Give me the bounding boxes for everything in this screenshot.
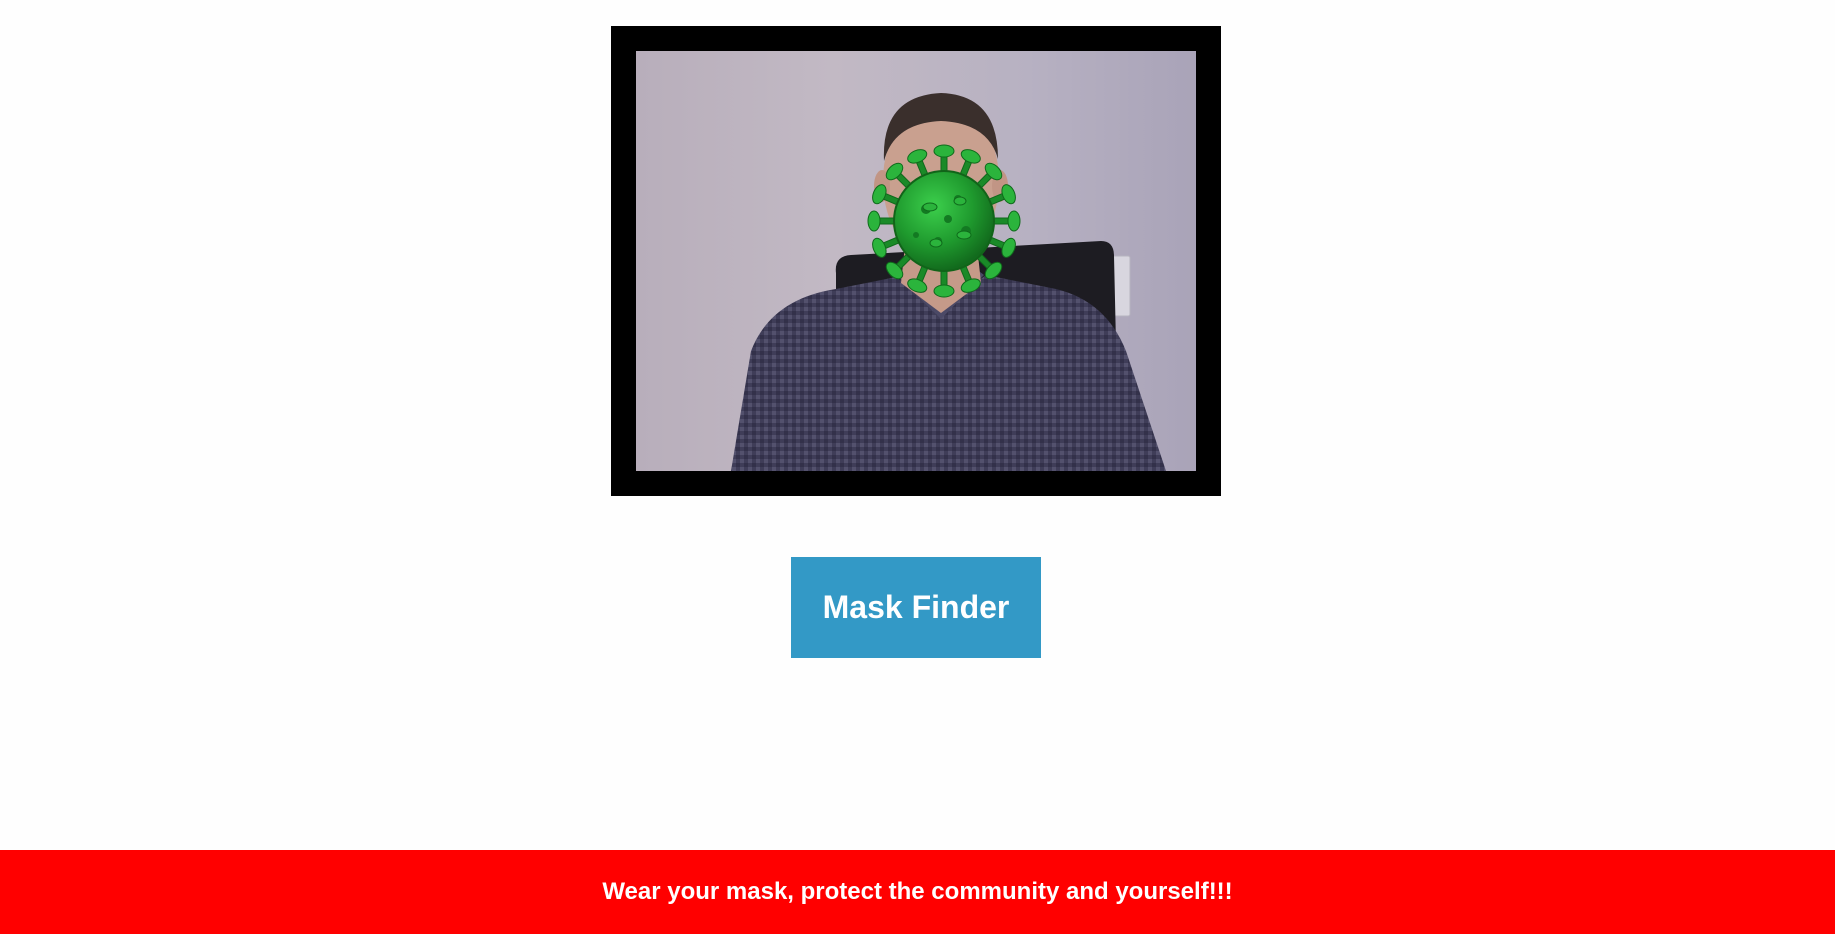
page: Mask Finder Wear your mask, protect the … bbox=[0, 0, 1835, 934]
webcam-video bbox=[636, 51, 1196, 471]
footer-message: Wear your mask, protect the community an… bbox=[602, 878, 1233, 905]
footer-banner: Wear your mask, protect the community an… bbox=[0, 850, 1835, 934]
virus-icon bbox=[867, 144, 1021, 298]
mask-finder-button[interactable]: Mask Finder bbox=[791, 557, 1041, 658]
webcam-scene bbox=[731, 93, 1166, 471]
webcam-frame bbox=[611, 26, 1221, 496]
